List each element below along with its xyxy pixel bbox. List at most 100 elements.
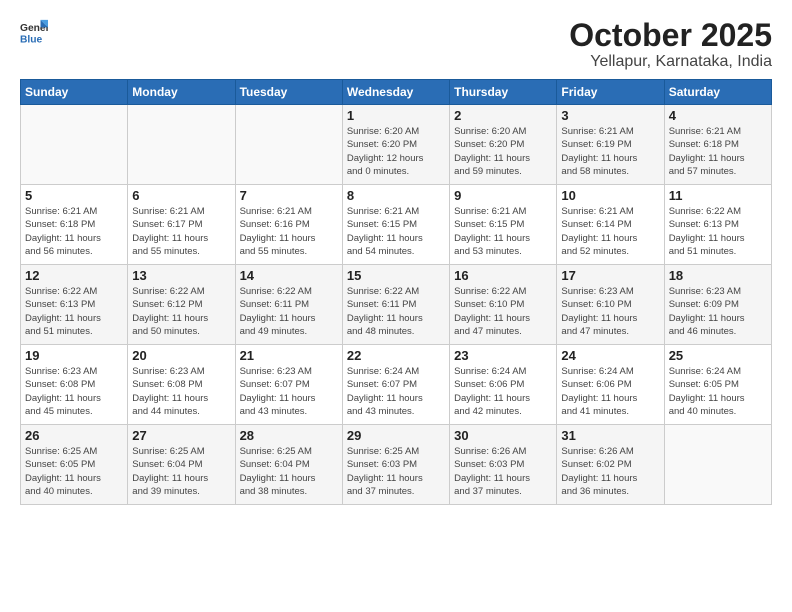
day-info: Sunrise: 6:25 AM Sunset: 6:05 PM Dayligh… — [25, 445, 123, 498]
table-row: 22 Sunrise: 6:24 AM Sunset: 6:07 PM Dayli… — [342, 345, 449, 425]
header: General Blue October 2025 Yellapur, Karn… — [20, 18, 772, 71]
table-row: 21 Sunrise: 6:23 AM Sunset: 6:07 PM Dayli… — [235, 345, 342, 425]
table-row: 18 Sunrise: 6:23 AM Sunset: 6:09 PM Dayli… — [664, 265, 771, 345]
calendar-week-row: 1Sunrise: 6:20 AM Sunset: 6:20 PM Daylig… — [21, 105, 772, 185]
table-row: 12 Sunrise: 6:22 AM Sunset: 6:13 PM Dayli… — [21, 265, 128, 345]
table-row — [128, 105, 235, 185]
day-info: Sunrise: 6:21 AM Sunset: 6:18 PM Dayligh… — [669, 125, 767, 178]
table-row: 4 Sunrise: 6:21 AM Sunset: 6:18 PM Daylig… — [664, 105, 771, 185]
calendar-header-row: Sunday Monday Tuesday Wednesday Thursday… — [21, 80, 772, 105]
day-number: 27 — [132, 428, 230, 443]
table-row: 2Sunrise: 6:20 AM Sunset: 6:20 PM Daylig… — [450, 105, 557, 185]
day-number: 24 — [561, 348, 659, 363]
table-row: 20 Sunrise: 6:23 AM Sunset: 6:08 PM Dayli… — [128, 345, 235, 425]
table-row: 25 Sunrise: 6:24 AM Sunset: 6:05 PM Dayli… — [664, 345, 771, 425]
table-row: 3 Sunrise: 6:21 AM Sunset: 6:19 PM Daylig… — [557, 105, 664, 185]
day-info: Sunrise: 6:23 AM Sunset: 6:07 PM Dayligh… — [240, 365, 338, 418]
day-info: Sunrise: 6:22 AM Sunset: 6:13 PM Dayligh… — [25, 285, 123, 338]
day-number: 9 — [454, 188, 552, 203]
logo: General Blue — [20, 18, 48, 46]
table-row: 10Sunrise: 6:21 AM Sunset: 6:14 PM Dayli… — [557, 185, 664, 265]
day-number: 11 — [669, 188, 767, 203]
day-number: 7 — [240, 188, 338, 203]
calendar-week-row: 19Sunrise: 6:23 AM Sunset: 6:08 PM Dayli… — [21, 345, 772, 425]
day-info: Sunrise: 6:26 AM Sunset: 6:03 PM Dayligh… — [454, 445, 552, 498]
table-row: 23 Sunrise: 6:24 AM Sunset: 6:06 PM Dayli… — [450, 345, 557, 425]
day-info: Sunrise: 6:22 AM Sunset: 6:11 PM Dayligh… — [240, 285, 338, 338]
day-info: Sunrise: 6:22 AM Sunset: 6:12 PM Dayligh… — [132, 285, 230, 338]
table-row: 26Sunrise: 6:25 AM Sunset: 6:05 PM Dayli… — [21, 425, 128, 505]
day-number: 13 — [132, 268, 230, 283]
col-monday: Monday — [128, 80, 235, 105]
table-row: 14 Sunrise: 6:22 AM Sunset: 6:11 PM Dayli… — [235, 265, 342, 345]
day-number: 20 — [132, 348, 230, 363]
day-number: 3 — [561, 108, 659, 123]
day-number: 28 — [240, 428, 338, 443]
table-row: 9 Sunrise: 6:21 AM Sunset: 6:15 PM Daylig… — [450, 185, 557, 265]
col-thursday: Thursday — [450, 80, 557, 105]
day-number: 16 — [454, 268, 552, 283]
calendar-week-row: 12 Sunrise: 6:22 AM Sunset: 6:13 PM Dayli… — [21, 265, 772, 345]
table-row: 30 Sunrise: 6:26 AM Sunset: 6:03 PM Dayli… — [450, 425, 557, 505]
day-number: 21 — [240, 348, 338, 363]
day-info: Sunrise: 6:20 AM Sunset: 6:20 PM Dayligh… — [347, 125, 445, 178]
calendar-week-row: 5Sunrise: 6:21 AM Sunset: 6:18 PM Daylig… — [21, 185, 772, 265]
day-info: Sunrise: 6:23 AM Sunset: 6:10 PM Dayligh… — [561, 285, 659, 338]
day-info: Sunrise: 6:21 AM Sunset: 6:15 PM Dayligh… — [454, 205, 552, 258]
day-number: 12 — [25, 268, 123, 283]
col-saturday: Saturday — [664, 80, 771, 105]
title-block: October 2025 Yellapur, Karnataka, India — [569, 18, 772, 71]
day-info: Sunrise: 6:21 AM Sunset: 6:16 PM Dayligh… — [240, 205, 338, 258]
col-sunday: Sunday — [21, 80, 128, 105]
table-row: 11Sunrise: 6:22 AM Sunset: 6:13 PM Dayli… — [664, 185, 771, 265]
calendar-table: Sunday Monday Tuesday Wednesday Thursday… — [20, 79, 772, 505]
col-tuesday: Tuesday — [235, 80, 342, 105]
col-friday: Friday — [557, 80, 664, 105]
day-info: Sunrise: 6:25 AM Sunset: 6:04 PM Dayligh… — [240, 445, 338, 498]
table-row: 17Sunrise: 6:23 AM Sunset: 6:10 PM Dayli… — [557, 265, 664, 345]
table-row: 7 Sunrise: 6:21 AM Sunset: 6:16 PM Daylig… — [235, 185, 342, 265]
table-row: 13 Sunrise: 6:22 AM Sunset: 6:12 PM Dayli… — [128, 265, 235, 345]
table-row: 5Sunrise: 6:21 AM Sunset: 6:18 PM Daylig… — [21, 185, 128, 265]
table-row: 6 Sunrise: 6:21 AM Sunset: 6:17 PM Daylig… — [128, 185, 235, 265]
day-info: Sunrise: 6:22 AM Sunset: 6:11 PM Dayligh… — [347, 285, 445, 338]
table-row: 27 Sunrise: 6:25 AM Sunset: 6:04 PM Dayli… — [128, 425, 235, 505]
day-info: Sunrise: 6:24 AM Sunset: 6:06 PM Dayligh… — [561, 365, 659, 418]
day-number: 18 — [669, 268, 767, 283]
day-info: Sunrise: 6:24 AM Sunset: 6:07 PM Dayligh… — [347, 365, 445, 418]
day-number: 8 — [347, 188, 445, 203]
day-info: Sunrise: 6:21 AM Sunset: 6:17 PM Dayligh… — [132, 205, 230, 258]
day-number: 14 — [240, 268, 338, 283]
day-info: Sunrise: 6:26 AM Sunset: 6:02 PM Dayligh… — [561, 445, 659, 498]
day-number: 5 — [25, 188, 123, 203]
day-number: 30 — [454, 428, 552, 443]
table-row: 19Sunrise: 6:23 AM Sunset: 6:08 PM Dayli… — [21, 345, 128, 425]
day-info: Sunrise: 6:23 AM Sunset: 6:08 PM Dayligh… — [25, 365, 123, 418]
day-number: 22 — [347, 348, 445, 363]
page-title: October 2025 — [569, 18, 772, 53]
table-row — [664, 425, 771, 505]
day-info: Sunrise: 6:23 AM Sunset: 6:09 PM Dayligh… — [669, 285, 767, 338]
day-number: 25 — [669, 348, 767, 363]
day-info: Sunrise: 6:23 AM Sunset: 6:08 PM Dayligh… — [132, 365, 230, 418]
day-info: Sunrise: 6:21 AM Sunset: 6:19 PM Dayligh… — [561, 125, 659, 178]
day-info: Sunrise: 6:25 AM Sunset: 6:03 PM Dayligh… — [347, 445, 445, 498]
calendar-week-row: 26Sunrise: 6:25 AM Sunset: 6:05 PM Dayli… — [21, 425, 772, 505]
table-row: 8Sunrise: 6:21 AM Sunset: 6:15 PM Daylig… — [342, 185, 449, 265]
day-number: 23 — [454, 348, 552, 363]
day-info: Sunrise: 6:22 AM Sunset: 6:10 PM Dayligh… — [454, 285, 552, 338]
day-number: 4 — [669, 108, 767, 123]
table-row: 1Sunrise: 6:20 AM Sunset: 6:20 PM Daylig… — [342, 105, 449, 185]
table-row: 24 Sunrise: 6:24 AM Sunset: 6:06 PM Dayli… — [557, 345, 664, 425]
table-row — [21, 105, 128, 185]
page-subtitle: Yellapur, Karnataka, India — [569, 53, 772, 71]
svg-text:Blue: Blue — [20, 34, 43, 45]
day-info: Sunrise: 6:24 AM Sunset: 6:06 PM Dayligh… — [454, 365, 552, 418]
table-row — [235, 105, 342, 185]
day-info: Sunrise: 6:25 AM Sunset: 6:04 PM Dayligh… — [132, 445, 230, 498]
day-info: Sunrise: 6:24 AM Sunset: 6:05 PM Dayligh… — [669, 365, 767, 418]
day-number: 6 — [132, 188, 230, 203]
table-row: 29Sunrise: 6:25 AM Sunset: 6:03 PM Dayli… — [342, 425, 449, 505]
day-info: Sunrise: 6:20 AM Sunset: 6:20 PM Dayligh… — [454, 125, 552, 178]
table-row: 16 Sunrise: 6:22 AM Sunset: 6:10 PM Dayli… — [450, 265, 557, 345]
